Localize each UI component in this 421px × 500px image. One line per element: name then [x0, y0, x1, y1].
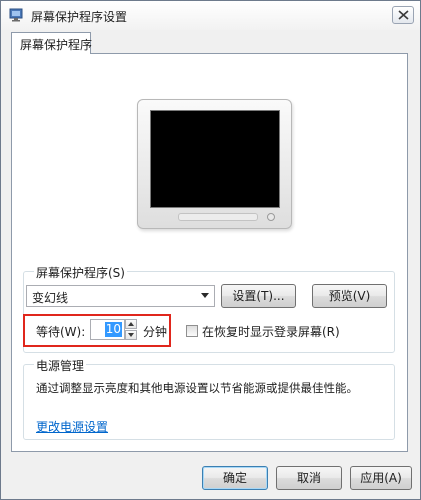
chevron-down-icon	[201, 293, 209, 298]
power-description: 通过调整显示亮度和其他电源设置以节省能源或提供最佳性能。	[36, 381, 358, 395]
wait-time-highlight	[23, 314, 171, 347]
preview-button[interactable]: 预览(V)	[312, 284, 387, 308]
preview-screen	[150, 110, 280, 208]
resume-logon-checkbox[interactable]	[186, 325, 198, 337]
cancel-button[interactable]: 取消	[276, 466, 342, 490]
screensaver-select[interactable]: 变幻线	[26, 285, 215, 307]
title-bar[interactable]: 屏幕保护程序设置	[1, 1, 420, 30]
close-icon	[398, 10, 409, 20]
settings-button[interactable]: 设置(T)...	[221, 284, 296, 308]
display-settings-icon	[9, 8, 24, 22]
window-title: 屏幕保护程序设置	[31, 10, 128, 24]
monitor-grille	[178, 213, 258, 221]
ok-button[interactable]: 确定	[202, 466, 268, 490]
power-group-legend: 电源管理	[34, 357, 87, 374]
tab-screensaver[interactable]: 屏幕保护程序	[11, 32, 93, 54]
tab-label: 屏幕保护程序	[20, 38, 93, 52]
dialog-window: 屏幕保护程序设置 屏幕保护程序 屏幕保护程序(S) 变幻线 设置(T)... 预…	[0, 0, 421, 500]
change-power-settings-link[interactable]: 更改电源设置	[36, 418, 108, 435]
monitor-preview	[137, 99, 292, 229]
screensaver-group-legend: 屏幕保护程序(S)	[34, 264, 127, 281]
screensaver-select-value: 变幻线	[32, 291, 69, 305]
resume-logon-label[interactable]: 在恢复时显示登录屏幕(R)	[202, 323, 340, 340]
close-button[interactable]	[392, 6, 414, 24]
monitor-power-led	[267, 213, 275, 221]
apply-button[interactable]: 应用(A)	[350, 466, 412, 490]
